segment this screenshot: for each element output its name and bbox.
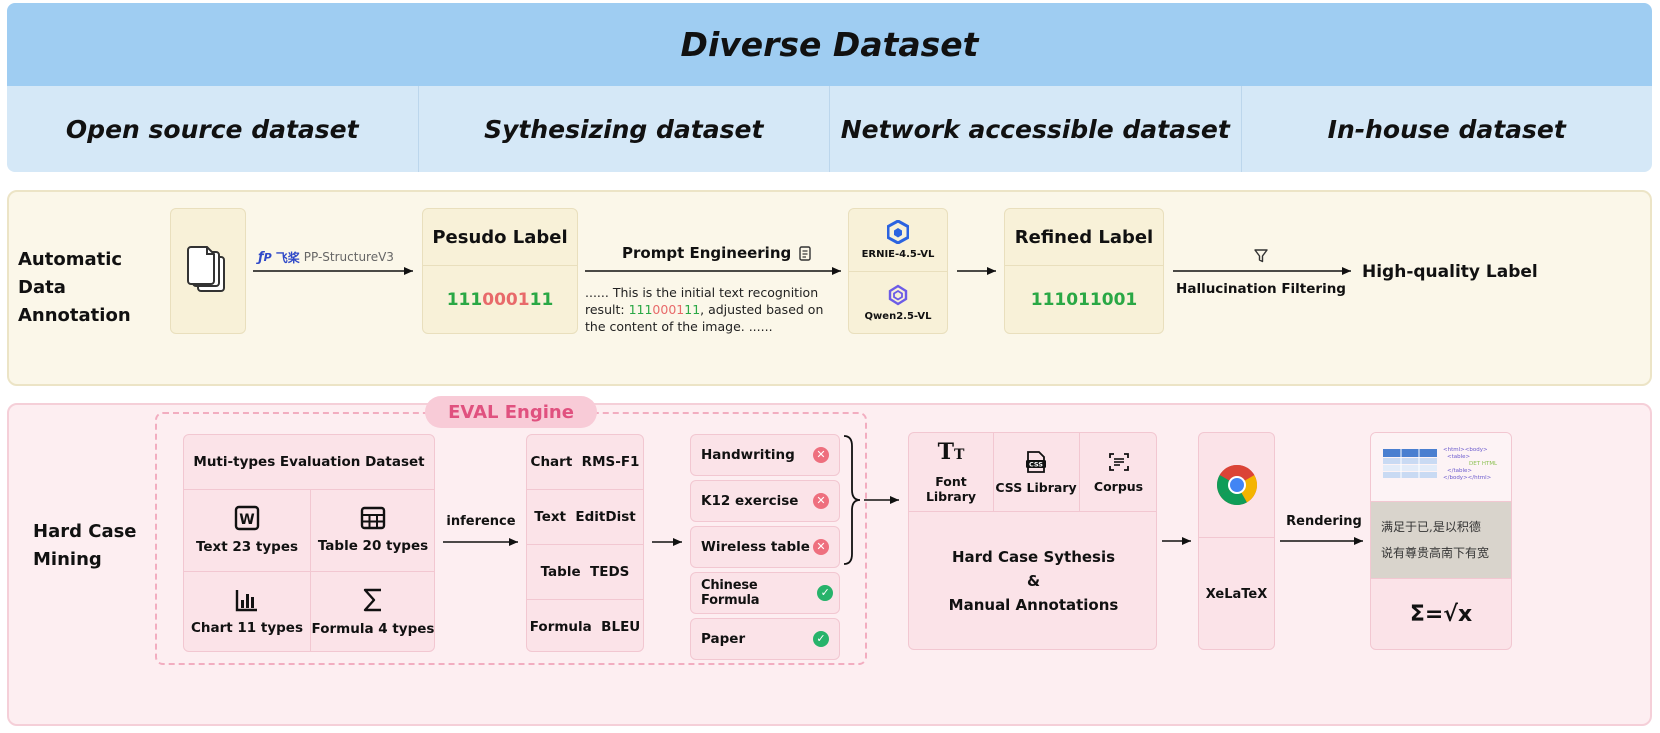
flow-arrows — [253, 267, 1363, 546]
